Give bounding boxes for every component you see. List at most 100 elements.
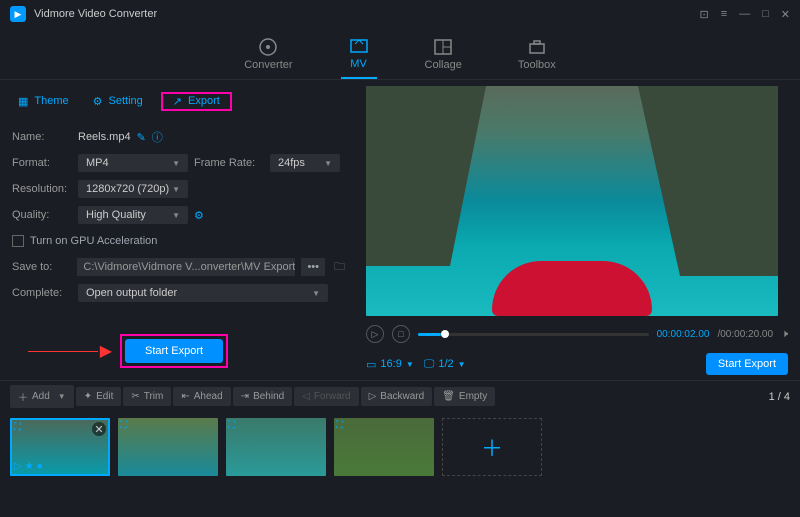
- aspect-icon: ▭: [366, 358, 376, 371]
- preview-panel: ▷ □ 00:00:02.00/00:00:20.00 🕨 ▭ 16:9 ▼ 🖵…: [360, 80, 800, 380]
- play-button[interactable]: ▷: [366, 325, 384, 343]
- start-export-button[interactable]: Start Export: [125, 339, 223, 363]
- saveto-path: C:\Vidmore\Vidmore V...onverter\MV Expor…: [77, 258, 295, 276]
- backward-icon: ▷: [369, 391, 377, 402]
- star-icon: ★: [25, 461, 34, 472]
- progress-bar[interactable]: [418, 333, 649, 336]
- circle-icon: ●: [37, 461, 43, 472]
- name-label: Name:: [12, 131, 72, 143]
- scissors-icon: ✂: [131, 391, 139, 402]
- behind-button[interactable]: ⇥Behind: [233, 387, 293, 406]
- trim-button[interactable]: ✂Trim: [123, 387, 171, 406]
- gpu-label: Turn on GPU Acceleration: [30, 235, 157, 247]
- start-export-button-right[interactable]: Start Export: [706, 353, 788, 375]
- sub-tab-setting[interactable]: ⚙ Setting: [87, 92, 149, 111]
- theme-icon: ▦: [18, 95, 28, 108]
- start-export-highlight: Start Export: [120, 334, 228, 368]
- add-button[interactable]: ＋Add▼: [10, 385, 74, 408]
- main-tabs: Converter MV Collage Toolbox: [0, 28, 800, 80]
- thumbnail-3[interactable]: ⛶: [226, 418, 326, 476]
- app-title: Vidmore Video Converter: [34, 8, 699, 20]
- sub-tab-theme-label: Theme: [34, 95, 68, 107]
- expand-icon[interactable]: ⛶: [14, 422, 21, 433]
- app-logo-icon: ▶: [10, 6, 26, 22]
- setting-icon: ⚙: [93, 95, 103, 108]
- aspect-ratio-button[interactable]: ▭ 16:9 ▼: [366, 358, 414, 371]
- maximize-icon[interactable]: □: [762, 8, 769, 21]
- thumbnail-1[interactable]: ⛶ ✕ ▷★●: [10, 418, 110, 476]
- annotation-arrow: ▶: [12, 341, 112, 361]
- feedback-icon[interactable]: ⊡: [699, 8, 708, 21]
- ahead-button[interactable]: ⇤Ahead: [173, 387, 230, 406]
- info-icon[interactable]: ⓘ: [152, 129, 163, 145]
- export-panel: ▦ Theme ⚙ Setting ↗ Export Name: Reels.m…: [0, 80, 360, 380]
- time-total: /00:00:20.00: [717, 329, 773, 340]
- forward-icon: ◁: [302, 391, 310, 402]
- clip-toolbar: ＋Add▼ ✦Edit ✂Trim ⇤Ahead ⇥Behind ◁Forwar…: [0, 380, 800, 412]
- expand-icon[interactable]: ⛶: [120, 420, 127, 431]
- collage-icon: [433, 37, 453, 57]
- resolution-label: Resolution:: [12, 183, 72, 195]
- zoom-button[interactable]: 🖵 1/2 ▼: [424, 358, 466, 371]
- forward-button[interactable]: ◁Forward: [294, 387, 358, 406]
- thumbnail-strip: ⛶ ✕ ▷★● ⛶ ⛶ ⛶ ＋: [0, 412, 800, 482]
- open-folder-icon[interactable]: 🗀: [331, 255, 348, 280]
- empty-button[interactable]: 🗑Empty: [434, 387, 495, 406]
- tab-mv-label: MV: [350, 58, 367, 70]
- saveto-more-button[interactable]: •••: [301, 258, 325, 276]
- remove-thumb-icon[interactable]: ✕: [92, 422, 106, 436]
- tab-converter-label: Converter: [244, 59, 292, 71]
- stop-button[interactable]: □: [392, 325, 410, 343]
- tab-toolbox-label: Toolbox: [518, 59, 556, 71]
- tab-toolbox[interactable]: Toolbox: [510, 28, 564, 79]
- ahead-icon: ⇤: [181, 391, 189, 402]
- page-indicator: 1 / 4: [769, 391, 790, 403]
- complete-label: Complete:: [12, 287, 72, 299]
- minimize-icon[interactable]: —: [739, 8, 750, 21]
- format-dropdown[interactable]: MP4▼: [78, 154, 188, 172]
- sub-tab-theme[interactable]: ▦ Theme: [12, 92, 75, 111]
- menu-icon[interactable]: ≡: [721, 8, 727, 21]
- monitor-icon: 🖵: [424, 358, 435, 371]
- gpu-checkbox[interactable]: [12, 235, 24, 247]
- sub-tab-export-label: Export: [188, 95, 220, 107]
- complete-dropdown[interactable]: Open output folder▼: [78, 284, 328, 302]
- tab-converter[interactable]: Converter: [236, 28, 300, 79]
- edit-button[interactable]: ✦Edit: [76, 387, 122, 406]
- edit-name-icon[interactable]: ✎: [137, 131, 146, 144]
- resolution-dropdown[interactable]: 1280x720 (720p)▼: [78, 180, 188, 198]
- export-icon: ↗: [173, 95, 182, 108]
- plus-icon: ＋: [18, 389, 28, 404]
- tab-collage-label: Collage: [425, 59, 462, 71]
- saveto-label: Save to:: [12, 261, 71, 273]
- backward-button[interactable]: ▷Backward: [361, 387, 433, 406]
- close-icon[interactable]: ✕: [781, 8, 790, 21]
- framerate-label: Frame Rate:: [194, 157, 264, 169]
- toolbox-icon: [527, 37, 547, 57]
- play-icon: ▷: [14, 461, 22, 472]
- mv-icon: [349, 36, 369, 56]
- thumbnail-2[interactable]: ⛶: [118, 418, 218, 476]
- sub-tab-setting-label: Setting: [109, 95, 143, 107]
- sub-tab-export[interactable]: ↗ Export: [161, 92, 232, 111]
- quality-settings-icon[interactable]: ⚙: [194, 209, 204, 222]
- format-label: Format:: [12, 157, 72, 169]
- video-preview[interactable]: [366, 86, 778, 316]
- expand-icon[interactable]: ⛶: [336, 420, 343, 431]
- framerate-dropdown[interactable]: 24fps▼: [270, 154, 340, 172]
- time-current: 00:00:02.00: [657, 329, 710, 340]
- quality-label: Quality:: [12, 209, 72, 221]
- tab-mv[interactable]: MV: [341, 28, 377, 79]
- converter-icon: [258, 37, 278, 57]
- thumbnail-4[interactable]: ⛶: [334, 418, 434, 476]
- titlebar: ▶ Vidmore Video Converter ⊡ ≡ — □ ✕: [0, 0, 800, 28]
- behind-icon: ⇥: [241, 391, 249, 402]
- tab-collage[interactable]: Collage: [417, 28, 470, 79]
- volume-icon[interactable]: 🕨: [781, 328, 788, 341]
- expand-icon[interactable]: ⛶: [228, 420, 235, 431]
- trash-icon: 🗑: [442, 391, 455, 402]
- add-clip-button[interactable]: ＋: [442, 418, 542, 476]
- wand-icon: ✦: [84, 391, 92, 402]
- quality-dropdown[interactable]: High Quality▼: [78, 206, 188, 224]
- name-value: Reels.mp4: [78, 131, 131, 143]
